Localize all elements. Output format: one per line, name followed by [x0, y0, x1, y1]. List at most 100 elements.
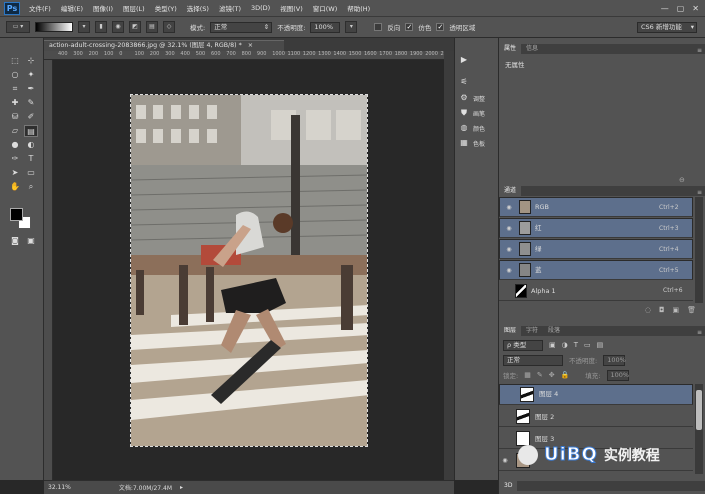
workspace-select[interactable]: CS6 新增功能 ▾ — [637, 21, 697, 33]
menu-type[interactable]: 类型(Y) — [150, 3, 182, 13]
lock-pixels-icon[interactable]: ▦ — [524, 371, 531, 379]
reflected-gradient-button[interactable]: ▤ — [146, 21, 158, 33]
linear-gradient-button[interactable]: ▮ — [95, 21, 107, 33]
eye-icon[interactable]: ◉ — [503, 224, 515, 233]
canvas-scrollbar[interactable] — [444, 51, 454, 480]
eye-icon[interactable]: ◉ — [503, 203, 515, 212]
channels-scrollbar[interactable] — [695, 197, 703, 303]
minimize-icon[interactable]: — — [661, 4, 669, 13]
filter-type-icon[interactable]: T — [574, 341, 578, 349]
blend-mode-select[interactable]: 正常 — [503, 354, 563, 366]
move-icon[interactable]: ⊹ — [24, 55, 38, 67]
panel-menu-icon[interactable]: ≡ — [697, 329, 702, 336]
document-tab[interactable]: action-adult-crossing-2083866.jpg @ 32.1… — [44, 40, 284, 51]
zoom-icon[interactable]: ⌕ — [24, 181, 38, 193]
layer-row[interactable]: 图层 2 — [499, 406, 693, 427]
channel-row-red[interactable]: ◉ 红 Ctrl+3 — [499, 218, 693, 238]
close-icon[interactable]: × — [248, 42, 253, 49]
close-icon[interactable]: ✕ — [692, 4, 699, 13]
filter-adjust-icon[interactable]: ◑ — [562, 341, 568, 349]
tab-layers[interactable]: 图层 — [499, 326, 522, 336]
foreground-color-swatch[interactable] — [10, 208, 23, 221]
filter-shape-icon[interactable]: ▭ — [584, 341, 591, 349]
eye-icon[interactable]: ◉ — [503, 266, 515, 275]
reverse-checkbox[interactable] — [374, 23, 383, 31]
stamp-icon[interactable]: ⛁ — [8, 111, 22, 123]
path-select-icon[interactable]: ➤ — [8, 167, 22, 179]
dock-item-presets[interactable]: ⚟ — [459, 76, 497, 88]
scroll-thumb[interactable] — [696, 390, 702, 430]
menu-layer[interactable]: 图层(L) — [118, 3, 150, 13]
screen-mode-icon[interactable]: ▣ — [24, 235, 38, 247]
document-image[interactable] — [130, 94, 368, 447]
panel-footer-icon[interactable]: ⊖ — [679, 176, 685, 184]
channel-row-rgb[interactable]: ◉ RGB Ctrl+2 — [499, 197, 693, 217]
brush-icon[interactable]: ✎ — [24, 97, 38, 109]
opacity-dropdown[interactable]: ▾ — [345, 21, 358, 33]
tab-3d[interactable]: 3D — [499, 481, 518, 491]
tab-channels[interactable]: 通道 — [499, 186, 522, 196]
menu-edit[interactable]: 编辑(E) — [56, 3, 88, 13]
dock-item-adjust[interactable]: ⚙ 调整 — [459, 92, 497, 104]
gradient-swatch[interactable] — [35, 22, 73, 32]
crop-icon[interactable]: ⌗ — [8, 83, 22, 95]
magic-wand-icon[interactable]: ✦ — [24, 69, 38, 81]
eraser-icon[interactable]: ▱ — [8, 125, 22, 137]
hand-icon[interactable]: ✋ — [8, 181, 22, 193]
type-icon[interactable]: T — [24, 153, 38, 165]
lasso-icon[interactable]: ○ — [8, 69, 22, 81]
tool-preset-picker[interactable]: ▭ ▾ — [6, 21, 30, 33]
zoom-level[interactable]: 32.11% — [48, 484, 71, 491]
layer-filter-select[interactable]: ρ 类型 — [503, 339, 543, 351]
gradient-dropdown[interactable]: ▾ — [78, 21, 90, 33]
angle-gradient-button[interactable]: ◩ — [129, 21, 141, 33]
tab-paragraph[interactable]: 段落 — [543, 326, 565, 336]
menu-help[interactable]: 帮助(H) — [342, 3, 375, 13]
menu-window[interactable]: 窗口(W) — [308, 3, 343, 13]
menu-file[interactable]: 文件(F) — [24, 3, 56, 13]
opacity-input[interactable]: 100% — [310, 21, 341, 33]
save-selection-icon[interactable]: ◘ — [659, 306, 665, 318]
channel-row-alpha[interactable]: Alpha 1 Ctrl+6 — [499, 281, 693, 301]
diamond-gradient-button[interactable]: ◇ — [163, 21, 175, 33]
gradient-tool-icon[interactable]: ▤ — [24, 125, 38, 137]
layers-scrollbar[interactable] — [695, 384, 703, 474]
lock-all-icon[interactable]: 🔒 — [561, 371, 570, 379]
load-selection-icon[interactable]: ◌ — [645, 306, 651, 318]
healing-icon[interactable]: ✚ — [8, 97, 22, 109]
lock-paint-icon[interactable]: ✎ — [537, 371, 543, 379]
radial-gradient-button[interactable]: ◉ — [112, 21, 124, 33]
history-brush-icon[interactable]: ✐ — [24, 111, 38, 123]
dock-item-color[interactable]: ◍ 颜色 — [459, 122, 497, 134]
menu-filter[interactable]: 滤镜(T) — [214, 3, 246, 13]
chevron-right-icon[interactable]: ▸ — [180, 484, 183, 491]
blur-icon[interactable]: ● — [8, 139, 22, 151]
marquee-icon[interactable]: ⬚ — [8, 55, 22, 67]
menu-select[interactable]: 选择(S) — [182, 3, 214, 13]
transparency-checkbox[interactable]: ✓ — [436, 23, 445, 31]
eyedropper-icon[interactable]: ✒ — [24, 83, 38, 95]
trash-icon[interactable]: 🗑 — [687, 306, 696, 318]
panel-menu-icon[interactable]: ≡ — [697, 189, 702, 196]
pen-icon[interactable]: ✑ — [8, 153, 22, 165]
quick-mask-icon[interactable]: ◙ — [8, 235, 22, 247]
maximize-icon[interactable]: ▢ — [677, 4, 685, 13]
layer-opacity-input[interactable]: 100% — [603, 354, 626, 366]
fill-input[interactable]: 100% — [606, 369, 629, 381]
eye-icon[interactable]: ◉ — [499, 457, 511, 464]
dodge-icon[interactable]: ◐ — [24, 139, 38, 151]
dock-item-actions[interactable]: ▶ — [459, 54, 497, 66]
channel-row-blue[interactable]: ◉ 蓝 Ctrl+5 — [499, 260, 693, 280]
tab-properties[interactable]: 属性 — [499, 44, 522, 54]
eye-icon[interactable]: ◉ — [503, 245, 515, 254]
menu-image[interactable]: 图像(I) — [88, 3, 118, 13]
dock-item-brush[interactable]: ⛊ 画笔 — [459, 107, 497, 119]
menu-3d[interactable]: 3D(D) — [246, 4, 275, 12]
tab-character[interactable]: 字符 — [521, 326, 543, 336]
lock-move-icon[interactable]: ✥ — [549, 371, 555, 379]
channel-row-green[interactable]: ◉ 绿 Ctrl+4 — [499, 239, 693, 259]
panel-menu-icon[interactable]: ≡ — [697, 47, 702, 54]
layer-row[interactable]: 图层 4 — [499, 384, 693, 405]
new-channel-icon[interactable]: ▣ — [672, 306, 679, 318]
filter-smart-icon[interactable]: ▤ — [597, 341, 604, 349]
